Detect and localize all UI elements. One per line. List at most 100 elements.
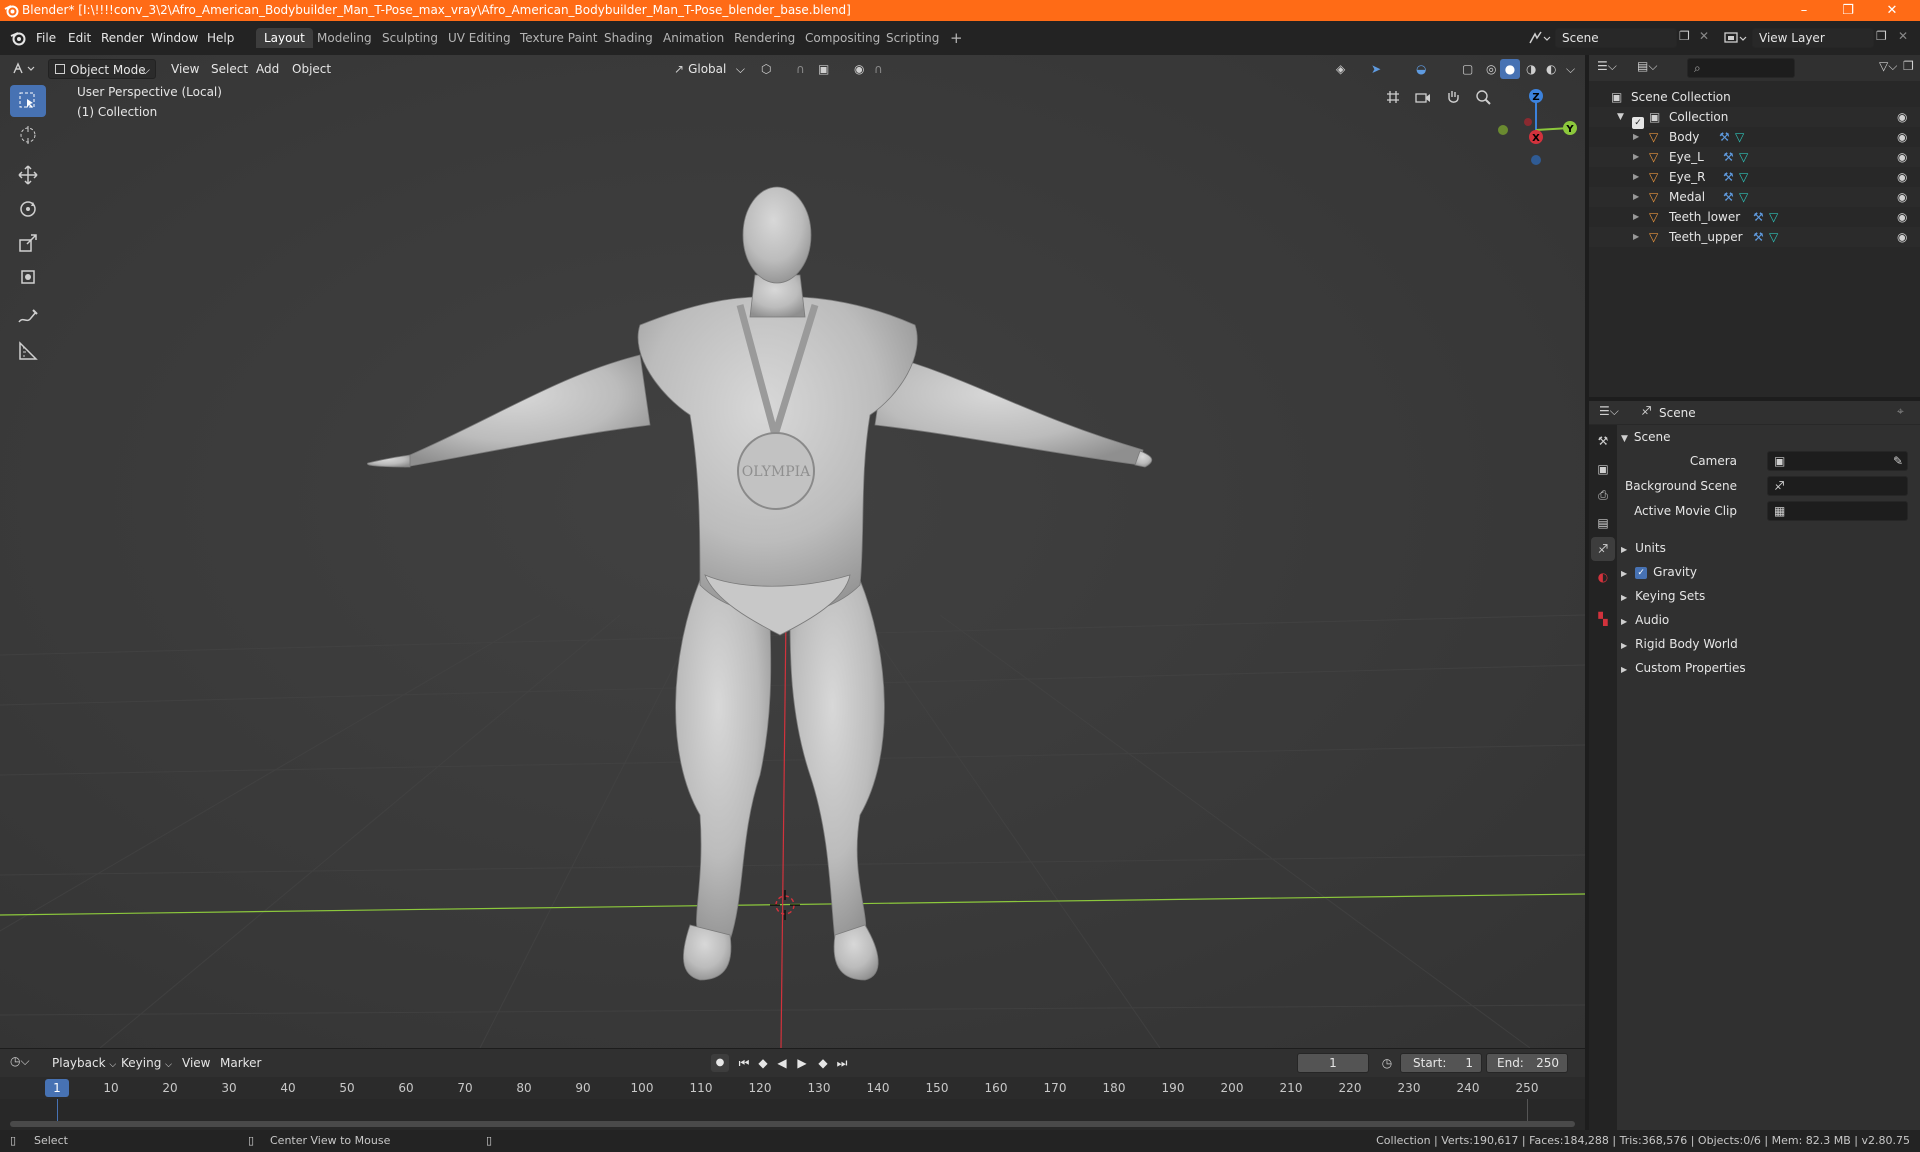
jump-keyframe-forward-icon[interactable]: ◆ [814,1054,832,1072]
outliner-search-input[interactable]: ⌕ [1687,58,1795,78]
xray-toggle-icon[interactable]: ▢ [1456,59,1476,79]
tab-scripting[interactable]: Scripting [878,28,947,48]
outliner-row-object[interactable]: ▶ ▽ Body ⚒ ▽ ◉ [1589,127,1920,147]
mesh-data-icon[interactable]: ▽ [1769,227,1778,247]
mesh-data-icon[interactable]: ▽ [1735,127,1744,147]
play-icon[interactable]: ▶ [794,1054,810,1072]
jump-keyframe-back-icon[interactable]: ◆ [754,1054,772,1072]
start-frame-field[interactable]: Start: 1 [1400,1053,1482,1073]
end-frame-field[interactable]: End: 250 [1486,1053,1568,1073]
snap-target-icon[interactable]: ▣ [812,59,842,79]
units-panel-header[interactable]: ▶ Units [1621,536,1916,560]
tab-layout[interactable]: Layout [256,28,313,48]
mesh-data-icon[interactable]: ▽ [1739,187,1748,207]
modifier-icon[interactable]: ⚒ [1719,127,1730,147]
menu-timeline-view[interactable]: View [176,1053,216,1073]
modifier-icon[interactable]: ⚒ [1753,227,1764,247]
outliner-row-object[interactable]: ▶ ▽ Eye_R ⚒ ▽ ◉ [1589,167,1920,187]
eye-icon[interactable]: ◉ [1897,187,1907,207]
texture-tab-icon[interactable]: ▚ [1591,607,1615,631]
menu-view[interactable]: View [165,59,205,79]
filter-icon[interactable]: ▽⌵ [1879,59,1903,77]
tool-tab-icon[interactable]: ⚒ [1591,429,1615,453]
eye-icon[interactable]: ◉ [1897,167,1907,187]
tab-sculpting[interactable]: Sculpting [374,28,446,48]
editor-type-icon[interactable] [10,61,38,77]
gizmo-toggle-icon[interactable]: ➤ [1365,59,1399,79]
expand-arrow-icon[interactable]: ▶ [1633,227,1639,247]
scene-selector-icon[interactable] [1527,29,1551,47]
new-scene-icon[interactable]: ❐ [1679,29,1699,47]
render-tab-icon[interactable]: ▣ [1591,457,1615,481]
camera-field[interactable]: ▣ ✎ [1767,451,1908,471]
expand-arrow-icon[interactable]: ▶ [1633,187,1639,207]
solid-shading-icon[interactable]: ● [1500,59,1520,79]
shading-options-icon[interactable]: ⌵ [1560,59,1578,79]
outliner-row-object[interactable]: ▶ ▽ Medal ⚒ ▽ ◉ [1589,187,1920,207]
gravity-panel-header[interactable]: ▶ ✓ Gravity [1621,560,1916,584]
neg-x-axis-handle[interactable] [1524,118,1532,126]
tab-uv-editing[interactable]: UV Editing [440,28,519,48]
view-layer-tab-icon[interactable]: ▤ [1591,511,1615,535]
cursor-tool[interactable] [10,119,46,151]
background-scene-field[interactable]: ♐ [1767,476,1908,496]
add-workspace-button[interactable]: + [942,28,971,48]
toggle-grid-view-icon[interactable] [1380,84,1406,110]
rigid-body-world-panel-header[interactable]: ▶ Rigid Body World [1621,632,1916,656]
menu-render[interactable]: Render [95,29,150,47]
menu-object[interactable]: Object [286,59,337,79]
menu-add[interactable]: Add [250,59,285,79]
material-shading-icon[interactable]: ◑ [1520,59,1540,79]
active-movie-clip-field[interactable]: ▦ [1767,501,1908,521]
outliner-editor-type-icon[interactable]: ☰⌵ [1597,59,1629,77]
maximize-button[interactable]: ❐ [1826,0,1870,21]
eye-icon[interactable]: ◉ [1897,207,1907,227]
rendered-shading-icon[interactable]: ◐ [1540,59,1560,79]
expand-arrow-icon[interactable]: ▶ [1633,207,1639,227]
menu-playback[interactable]: Playback ⌵ [46,1053,122,1073]
camera-view-icon[interactable] [1410,84,1436,110]
neg-z-axis-handle[interactable] [1531,155,1541,165]
pivot-point-icon[interactable]: ⬡ [755,59,783,79]
minimize-button[interactable]: – [1782,0,1826,21]
custom-properties-panel-header[interactable]: ▶ Custom Properties [1621,656,1916,680]
mesh-data-icon[interactable]: ▽ [1739,147,1748,167]
timeline-editor-type-icon[interactable]: ◷⌵ [10,1054,40,1072]
jump-end-icon[interactable]: ⏭ [834,1054,850,1072]
gravity-checkbox[interactable]: ✓ [1635,566,1648,579]
new-collection-icon[interactable]: ❐ [1903,59,1919,77]
record-button-icon[interactable]: ● [711,1054,729,1072]
overlay-toggle-icon[interactable]: ◒ [1410,59,1444,79]
tab-modeling[interactable]: Modeling [309,28,380,48]
tab-texture-paint[interactable]: Texture Paint [512,28,605,48]
collapse-arrow-icon[interactable]: ▼ [1617,107,1624,127]
menu-marker[interactable]: Marker [214,1053,267,1073]
outliner-row-object[interactable]: ▶ ▽ Eye_L ⚒ ▽ ◉ [1589,147,1920,167]
scene-tab-icon[interactable]: ♐ [1591,537,1615,561]
display-mode-icon[interactable]: ▤⌵ [1637,59,1669,77]
keying-sets-panel-header[interactable]: ▶ Keying Sets [1621,584,1916,608]
new-view-layer-icon[interactable]: ❐ [1876,29,1896,47]
jump-start-icon[interactable]: ⏮ [736,1054,752,1072]
tab-shading[interactable]: Shading [596,28,661,48]
transform-tool[interactable] [10,261,46,293]
expand-arrow-icon[interactable]: ▶ [1633,167,1639,187]
outliner-row-object[interactable]: ▶ ▽ Teeth_upper ⚒ ▽ ◉ [1589,227,1920,247]
navigation-gizmo[interactable]: Z Y X [1488,85,1580,175]
preview-range-icon[interactable]: ◷ [1378,1054,1396,1072]
current-frame-field[interactable]: 1 [1297,1053,1369,1073]
play-reverse-icon[interactable]: ◀ [774,1054,790,1072]
modifier-icon[interactable]: ⚒ [1723,167,1734,187]
tab-rendering[interactable]: Rendering [726,28,803,48]
outliner-row-scene-collection[interactable]: ▣ Scene Collection [1589,87,1920,107]
properties-editor-type-icon[interactable]: ☰⌵ [1599,404,1629,422]
neg-y-axis-handle[interactable] [1498,125,1508,135]
modifier-icon[interactable]: ⚒ [1723,187,1734,207]
eye-icon[interactable]: ◉ [1897,147,1907,167]
outliner-row-object[interactable]: ▶ ▽ Teeth_lower ⚒ ▽ ◉ [1589,207,1920,227]
menu-edit[interactable]: Edit [62,29,97,47]
close-button[interactable]: ✕ [1870,0,1914,21]
wireframe-shading-icon[interactable]: ◎ [1480,59,1500,79]
view-layer-field[interactable]: View Layer [1752,28,1874,48]
scale-tool[interactable] [10,227,46,259]
